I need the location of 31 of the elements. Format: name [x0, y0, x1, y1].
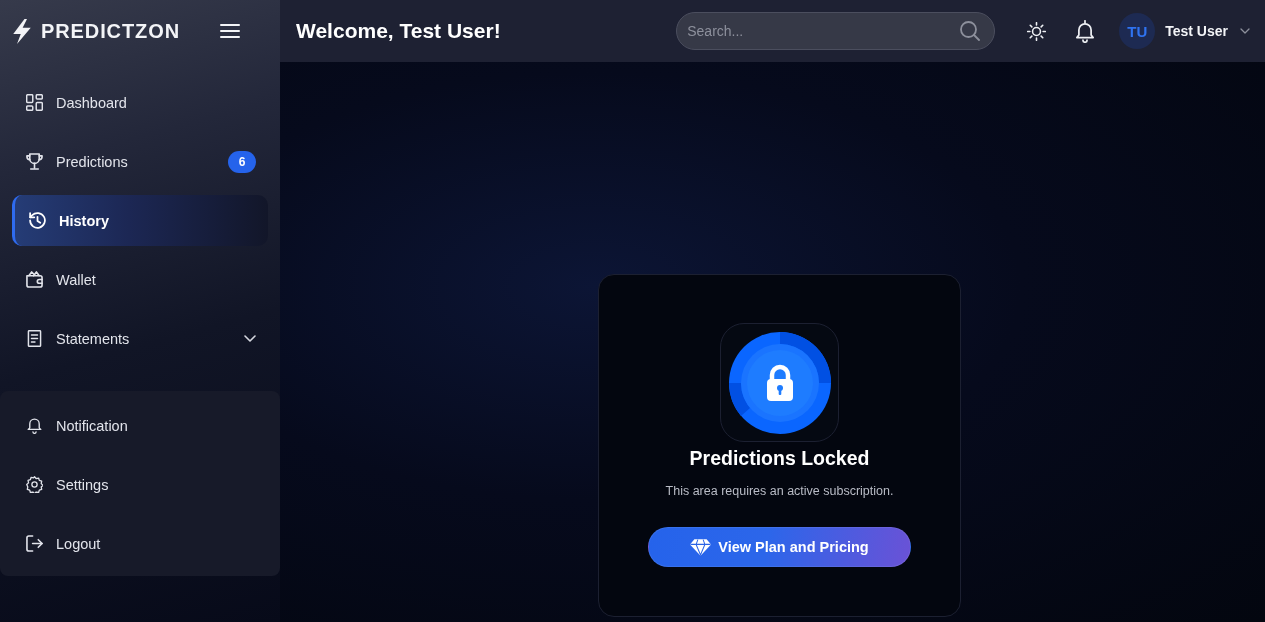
wallet-icon [26, 271, 43, 288]
notification-bell-icon[interactable] [1075, 19, 1096, 43]
sidebar-item[interactable]: Logout [12, 518, 268, 569]
view-plan-button[interactable]: View Plan and Pricing [648, 527, 911, 567]
sidebar-item[interactable]: Statements [12, 313, 268, 364]
locked-title: Predictions Locked [689, 446, 870, 470]
settings-icon [26, 476, 43, 493]
diamond-icon [690, 538, 712, 556]
trophy-icon [26, 153, 43, 170]
search-icon[interactable] [960, 21, 981, 41]
bell-icon [26, 417, 43, 434]
sidebar-item[interactable]: Notification [12, 400, 268, 451]
history-icon [29, 212, 46, 229]
brand-logo-text: PREDICTZON [41, 19, 180, 43]
document-icon [26, 330, 43, 347]
sun-icon[interactable] [1027, 21, 1047, 41]
welcome-title: Welcome, Test User! [296, 19, 501, 43]
user-name[interactable]: Test User [1165, 23, 1228, 39]
sidebar-item[interactable]: Dashboard [12, 77, 268, 128]
logout-icon [26, 535, 43, 552]
dashboard-icon [26, 94, 43, 111]
sidebar-item[interactable]: Predictions 6 [12, 136, 268, 187]
sidebar-item[interactable]: History [12, 195, 268, 246]
padlock-icon [720, 323, 839, 442]
lightning-bolt-icon [13, 18, 31, 44]
sidebar-item[interactable]: Settings [12, 459, 268, 510]
search-field[interactable]: Search... [676, 12, 996, 50]
sidebar-item[interactable]: Wallet [12, 254, 268, 305]
count-badge: 6 [228, 150, 256, 173]
menu-icon[interactable] [220, 24, 240, 38]
subscription-message: This area requires an active subscription. [665, 483, 894, 500]
